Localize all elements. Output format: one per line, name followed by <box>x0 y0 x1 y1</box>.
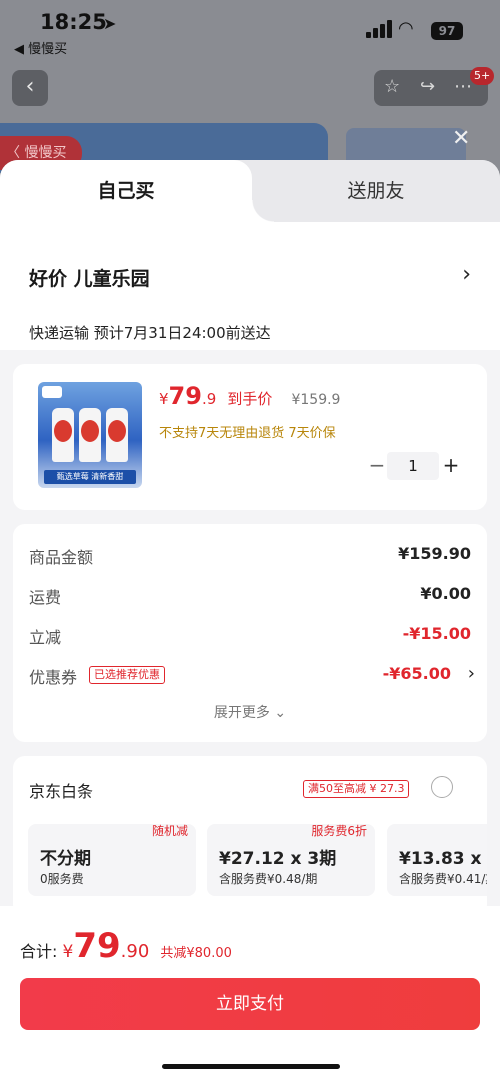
home-indicator[interactable] <box>162 1064 340 1069</box>
order-total: 合计: ¥79.90 共减¥80.00 <box>20 926 232 966</box>
final-price-label: 到手价 <box>227 390 273 408</box>
chevron-right-icon: › <box>467 663 475 684</box>
address-title: 好价 儿童乐园 <box>29 268 150 290</box>
original-price: ¥159.9 <box>291 392 341 408</box>
share-icon[interactable]: ↪ <box>420 76 435 97</box>
total-savings: 共减¥80.00 <box>160 946 232 961</box>
checkout-footer: 合计: ¥79.90 共减¥80.00 立即支付 <box>0 906 500 1082</box>
cellular-signal-icon <box>366 20 392 38</box>
pay-now-button[interactable]: 立即支付 <box>20 978 480 1030</box>
delivery-estimate: 快递运输 预计7月31日24:00前送达 <box>29 324 271 342</box>
coupon-row[interactable]: 优惠券 已选推荐优惠 -¥65.00 › <box>29 663 475 687</box>
close-icon[interactable]: ✕ <box>452 126 470 151</box>
product-image[interactable]: 甄选草莓 清新香甜 <box>38 382 142 488</box>
baitiao-radio[interactable] <box>431 776 453 798</box>
back-icon[interactable]: ‹ <box>12 70 48 106</box>
decrease-quantity-button[interactable]: − <box>365 452 389 480</box>
product-card: 甄选草莓 清新香甜 ¥79.9 到手价 ¥159.9 不支持7天无理由退货 7天… <box>13 364 487 510</box>
price-summary: 商品金额 ¥159.90 运费 ¥0.00 立减 -¥15.00 优惠券 已选推… <box>13 524 487 742</box>
location-arrow-icon: ➤ <box>103 14 117 33</box>
summary-row: 商品金额 ¥159.90 <box>29 544 471 567</box>
product-service-notes: 不支持7天无理由退货 7天价保 <box>159 426 336 441</box>
more-icon[interactable]: ⋯ <box>454 76 472 97</box>
status-time: 18:25 <box>40 10 107 34</box>
star-icon[interactable]: ☆ <box>384 76 400 97</box>
checkout-sheet: 自己买 送朋友 好价 儿童乐园 › 快递运输 预计7月31日24:00前送达 甄… <box>0 160 500 1082</box>
baitiao-promo-badge: 满50至高减 ¥ 27.3 <box>303 780 410 798</box>
battery-icon: 97 <box>431 22 463 40</box>
coupon-selected-badge: 已选推荐优惠 <box>89 666 165 684</box>
address-section: 好价 儿童乐园 › 快递运输 预计7月31日24:00前送达 <box>0 222 500 350</box>
expand-more-link[interactable]: 展开更多 ⌄ <box>13 702 487 722</box>
chevron-right-icon: › <box>462 262 471 287</box>
baitiao-section: 京东白条 满50至高减 ¥ 27.3 随机减 不分期 0服务费 服务费6折 ¥2… <box>13 756 487 916</box>
purchase-tabs: 自己买 送朋友 <box>0 160 500 222</box>
tab-buy-for-self[interactable]: 自己买 <box>0 160 274 222</box>
message-badge: 5+ <box>470 67 495 85</box>
product-image-caption: 甄选草莓 清新香甜 <box>44 470 136 484</box>
summary-row: 立减 -¥15.00 <box>29 624 471 647</box>
tab-send-to-friend[interactable]: 送朋友 <box>252 160 500 222</box>
baitiao-title: 京东白条 <box>29 782 94 801</box>
installment-plan[interactable]: ¥13.83 x 6期 含服务费¥0.41/期 <box>387 824 487 896</box>
address-card[interactable]: 好价 儿童乐园 › 快递运输 预计7月31日24:00前送达 <box>13 234 487 350</box>
increase-quantity-button[interactable]: + <box>439 452 463 480</box>
summary-row: 运费 ¥0.00 <box>29 584 471 607</box>
installment-plan[interactable]: 服务费6折 ¥27.12 x 3期 含服务费¥0.48/期 <box>207 824 375 896</box>
product-price: ¥79.9 到手价 ¥159.9 <box>159 382 341 410</box>
back-to-app-link[interactable]: ◀ 慢慢买 <box>14 38 67 57</box>
installment-plan[interactable]: 随机减 不分期 0服务费 <box>28 824 196 896</box>
status-bar: 18:25 ➤ ◀ 慢慢买 ◠ 97 <box>0 0 500 62</box>
wifi-icon: ◠ <box>398 18 414 39</box>
quantity-value[interactable]: 1 <box>387 452 439 480</box>
